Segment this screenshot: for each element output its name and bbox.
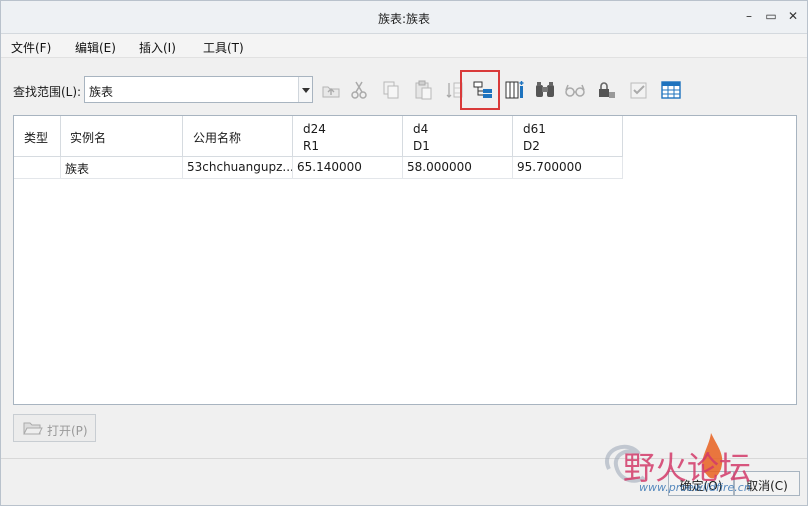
column-label: d61 — [523, 122, 546, 136]
menu-file[interactable]: 文件(F) — [11, 39, 51, 56]
find-icon[interactable] — [533, 78, 557, 102]
column-header-d4[interactable]: d4 D1 — [403, 116, 513, 157]
folder-open-icon — [23, 420, 43, 439]
cut-icon[interactable] — [347, 78, 371, 102]
family-table-dialog: 族表:族表 – ▭ ✕ 文件(F) 编辑(E) 插入(I) 工具(T) 查找范围… — [0, 0, 808, 506]
minimize-icon[interactable]: – — [743, 9, 755, 23]
menu-tools[interactable]: 工具(T) — [203, 39, 244, 56]
add-column-icon[interactable] — [503, 78, 527, 102]
family-table-grid[interactable]: 类型 实例名 公用名称 d24 R1 d4 D1 d61 D2 族表 53chc… — [13, 115, 797, 405]
cell-common-name[interactable]: 53chchuangupz... — [183, 157, 293, 179]
lookin-label: 查找范围(L): — [13, 85, 82, 99]
copy-icon[interactable] — [379, 78, 403, 102]
cell-d4[interactable]: 58.000000 — [403, 157, 513, 179]
paste-icon[interactable] — [411, 78, 435, 102]
column-sublabel: D1 — [413, 139, 430, 153]
title-bar: 族表:族表 – ▭ ✕ — [1, 1, 807, 34]
lock-icon[interactable] — [595, 78, 619, 102]
insert-rows-icon[interactable] — [443, 78, 467, 102]
toolbar: 查找范围(L): 族表 — [1, 72, 807, 108]
column-label: d4 — [413, 122, 429, 136]
column-label: d24 — [303, 122, 326, 136]
cell-d61[interactable]: 95.700000 — [513, 157, 623, 179]
window-controls: – ▭ ✕ — [743, 9, 799, 23]
watermark-url: www.proewildfire.cn — [639, 481, 751, 494]
column-label: 实例名 — [70, 131, 107, 145]
cell-d24[interactable]: 65.140000 — [293, 157, 403, 179]
forum-watermark: 野火论坛 www.proewildfire.cn — [599, 429, 803, 501]
preview-icon[interactable] — [563, 78, 587, 102]
column-header-instance[interactable]: 实例名 — [61, 116, 183, 157]
column-sublabel: D2 — [523, 139, 540, 153]
column-header-common-name[interactable]: 公用名称 — [183, 116, 293, 157]
column-header-d24[interactable]: d24 R1 — [293, 116, 403, 157]
up-folder-icon[interactable] — [319, 78, 343, 102]
menu-insert[interactable]: 插入(I) — [139, 39, 176, 56]
column-header-d61[interactable]: d61 D2 — [513, 116, 623, 157]
close-icon[interactable]: ✕ — [787, 9, 799, 23]
window-title: 族表:族表 — [377, 12, 431, 26]
table-icon[interactable] — [659, 78, 683, 102]
column-label: 类型 — [24, 131, 49, 145]
column-header-type[interactable]: 类型 — [14, 116, 61, 157]
open-button-label: 打开(P) — [47, 424, 88, 438]
lookin-combo[interactable]: 族表 — [84, 76, 313, 103]
column-sublabel: R1 — [303, 139, 319, 153]
menu-bar: 文件(F) 编辑(E) 插入(I) 工具(T) — [1, 34, 807, 58]
cell-instance[interactable]: 族表 — [61, 157, 183, 179]
maximize-icon[interactable]: ▭ — [765, 9, 777, 23]
add-item-icon[interactable] — [471, 78, 495, 102]
chevron-down-icon[interactable] — [298, 77, 312, 102]
verify-icon[interactable] — [627, 78, 651, 102]
open-button[interactable]: 打开(P) — [13, 414, 96, 442]
column-label: 公用名称 — [193, 131, 242, 145]
menu-edit[interactable]: 编辑(E) — [75, 39, 116, 56]
lookin-value: 族表 — [89, 85, 114, 99]
cell-type[interactable] — [14, 157, 61, 179]
